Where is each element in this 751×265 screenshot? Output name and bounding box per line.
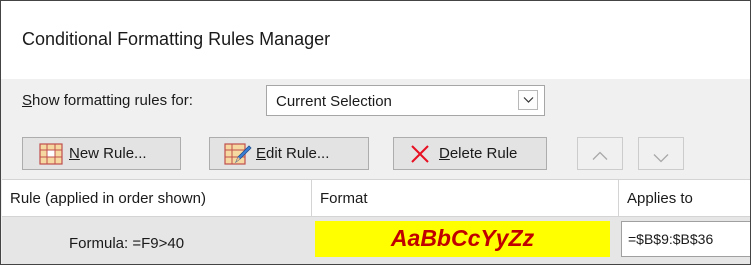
edit-rule-label: Edit Rule...	[256, 145, 329, 162]
delete-rule-text: elete Rule	[449, 145, 518, 162]
rule-formula: Formula: =F9>40	[69, 235, 185, 252]
column-header-format[interactable]: Format	[312, 180, 619, 217]
show-rules-label-text: how formatting rules for:	[32, 92, 193, 109]
rules-table: Rule (applied in order shown) Format App…	[2, 179, 750, 264]
move-up-icon	[592, 148, 608, 166]
move-down-button[interactable]	[638, 137, 684, 170]
dialog-window: Conditional Formatting Rules Manager Sho…	[0, 0, 751, 265]
new-rule-icon	[39, 143, 63, 170]
show-rules-selected: Current Selection	[276, 93, 392, 110]
chevron-down-icon[interactable]	[518, 90, 538, 110]
edit-rule-icon	[224, 143, 252, 170]
delete-rule-label: Delete Rule	[439, 145, 517, 162]
move-up-button[interactable]	[577, 137, 623, 170]
applies-to-field[interactable]: =$B$9:$B$36	[621, 221, 750, 257]
edit-rule-accel: E	[256, 145, 267, 162]
title-bar: Conditional Formatting Rules Manager	[1, 1, 750, 79]
applies-to-value: =$B$9:$B$36	[628, 231, 714, 247]
show-rules-label: Show formatting rules for:	[22, 92, 193, 109]
show-rules-label-accel: S	[22, 92, 33, 109]
show-rules-dropdown[interactable]: Current Selection	[266, 85, 545, 116]
format-preview: AaBbCcYyZz	[315, 221, 610, 257]
delete-rule-accel: D	[439, 145, 450, 162]
new-rule-button[interactable]: New Rule...	[22, 137, 181, 170]
delete-rule-button[interactable]: Delete Rule	[393, 137, 547, 170]
rules-toolbar: New Rule... Edit Rule... Delete Rule	[1, 125, 750, 179]
column-header-rule[interactable]: Rule (applied in order shown)	[2, 180, 312, 217]
new-rule-text: ew Rule...	[79, 145, 147, 162]
format-preview-text: AaBbCcYyZz	[390, 225, 535, 251]
delete-icon	[410, 144, 430, 169]
new-rule-label: New Rule...	[69, 145, 147, 162]
move-down-icon	[653, 150, 669, 168]
dialog-title: Conditional Formatting Rules Manager	[22, 29, 331, 49]
new-rule-accel: N	[69, 145, 80, 162]
column-header-applies-to[interactable]: Applies to	[619, 180, 750, 217]
table-row[interactable]: Formula: =F9>40 AaBbCcYyZz =$B$9:$B$36	[2, 217, 750, 264]
edit-rule-text: dit Rule...	[266, 145, 330, 162]
edit-rule-button[interactable]: Edit Rule...	[209, 137, 369, 170]
